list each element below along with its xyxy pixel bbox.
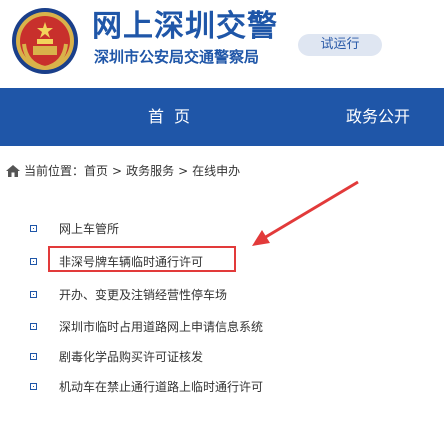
- breadcrumb-separator: >: [178, 164, 189, 178]
- police-emblem-icon: [12, 8, 78, 74]
- trial-badge: 试运行: [298, 34, 382, 56]
- service-link[interactable]: 剧毒化学品购买许可证核发: [59, 347, 203, 367]
- main-nav: 首页 政务公开: [0, 88, 444, 146]
- breadcrumb: 当前位置：首页 > 政务服务 > 在线申办: [6, 162, 240, 180]
- square-bullet-icon: [30, 258, 37, 265]
- highlight-box: [48, 246, 236, 272]
- nav-gov-affairs[interactable]: 政务公开: [346, 88, 410, 146]
- site-subtitle: 深圳市公安局交通警察局: [94, 48, 260, 66]
- square-bullet-icon: [30, 353, 37, 360]
- square-bullet-icon: [30, 383, 37, 390]
- breadcrumb-prefix: 当前位置：: [24, 164, 85, 178]
- site-header: 网上深圳交警 深圳市公安局交通警察局 试运行: [0, 0, 444, 88]
- breadcrumb-separator: >: [112, 164, 123, 178]
- square-bullet-icon: [30, 225, 37, 232]
- breadcrumb-online-apply: 在线申办: [192, 164, 241, 178]
- breadcrumb-gov-services[interactable]: 政务服务: [126, 162, 174, 180]
- service-link[interactable]: 网上车管所: [59, 219, 119, 239]
- service-link[interactable]: 深圳市临时占用道路网上申请信息系统: [59, 317, 263, 337]
- service-link[interactable]: 机动车在禁止通行道路上临时通行许可: [59, 377, 263, 397]
- breadcrumb-home[interactable]: 首页: [84, 162, 108, 180]
- square-bullet-icon: [30, 323, 37, 330]
- square-bullet-icon: [30, 291, 37, 298]
- service-link[interactable]: 开办、变更及注销经营性停车场: [59, 285, 227, 305]
- home-icon: [6, 165, 20, 177]
- site-title: 网上深圳交警: [92, 9, 278, 44]
- nav-home[interactable]: 首页: [148, 88, 200, 146]
